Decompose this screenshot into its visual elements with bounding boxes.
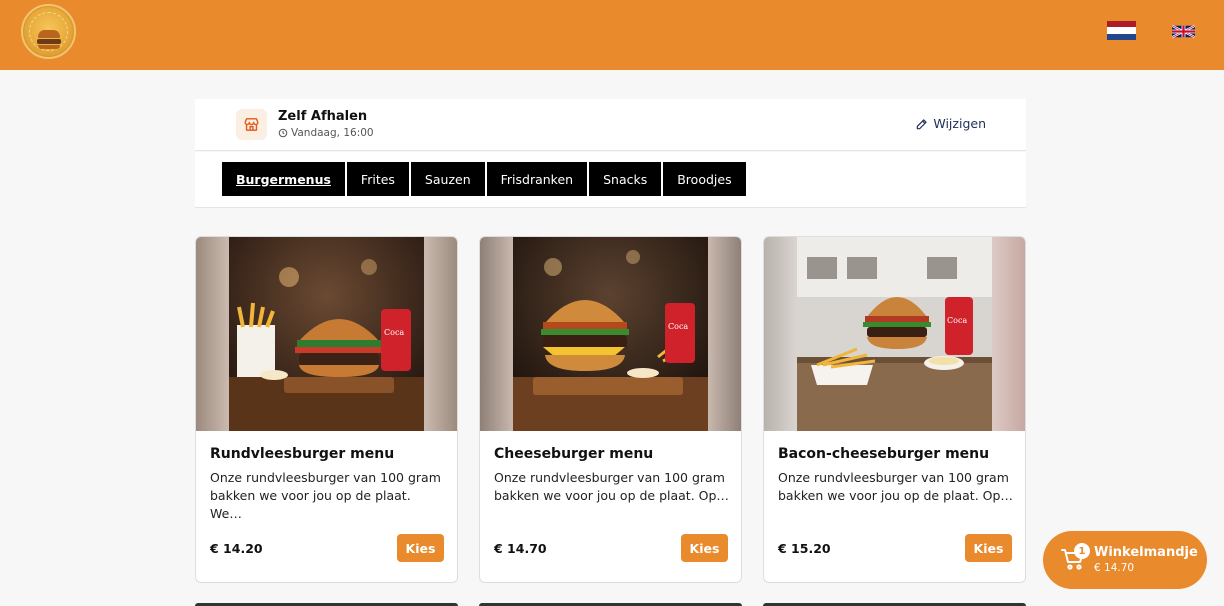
choose-button[interactable]: Kies (681, 534, 728, 562)
svg-text:Coca: Coca (947, 316, 967, 325)
product-price: € 14.20 (210, 541, 263, 556)
delivery-method: Zelf Afhalen (278, 109, 368, 124)
category-tabs: Burgermenus Frites Sauzen Frisdranken Sn… (222, 162, 746, 196)
uk-flag-icon[interactable] (1172, 24, 1195, 39)
cart-label: Winkelmandje (1094, 545, 1198, 560)
product-card[interactable]: Coca Cheeseburger menu Onze rundvleesbur… (479, 236, 742, 583)
tab-snacks[interactable]: Snacks (589, 162, 662, 196)
delivery-info-bar: Zelf Afhalen Vandaag, 16:00 Wijzigen (195, 99, 1026, 151)
pickup-time: Vandaag, 16:00 (278, 127, 374, 139)
edit-delivery-button[interactable]: Wijzigen (915, 116, 986, 131)
edit-delivery-label: Wijzigen (933, 116, 986, 131)
tab-frites[interactable]: Frites (346, 162, 409, 196)
store-icon (236, 109, 267, 140)
tab-burgermenus[interactable]: Burgermenus (222, 162, 345, 196)
product-price: € 15.20 (778, 541, 831, 556)
cart-button[interactable]: 1 Winkelmandje € 14.70 (1043, 531, 1207, 589)
tab-broodjes[interactable]: Broodjes (663, 162, 746, 196)
tab-sauzen[interactable]: Sauzen (410, 162, 485, 196)
restaurant-logo[interactable] (21, 4, 76, 59)
svg-text:Coca: Coca (384, 328, 404, 337)
clock-icon (278, 128, 288, 138)
product-title: Bacon-cheeseburger menu (778, 446, 990, 462)
pickup-time-text: Vandaag, 16:00 (291, 127, 374, 139)
product-image: Coca (480, 237, 741, 431)
cart-total: € 14.70 (1094, 562, 1135, 574)
product-title: Cheeseburger menu (494, 446, 654, 462)
product-description: Onze rundvleesburger van 100 gram bakken… (778, 470, 1013, 503)
category-tabs-bar: Burgermenus Frites Sauzen Frisdranken Sn… (195, 152, 1026, 208)
product-image: Coca (764, 237, 1025, 431)
pencil-icon (917, 118, 928, 129)
choose-button[interactable]: Kies (397, 534, 444, 562)
product-image: Coca (196, 237, 457, 431)
product-card[interactable]: Coca Rundvleesburger menu Onze rundvlees… (195, 236, 458, 583)
tab-frisdranken[interactable]: Frisdranken (486, 162, 588, 196)
dutch-flag-icon[interactable] (1107, 21, 1136, 40)
choose-button[interactable]: Kies (965, 534, 1012, 562)
product-description: Onze rundvleesburger van 100 gram bakken… (494, 470, 729, 503)
product-title: Rundvleesburger menu (210, 446, 395, 462)
svg-text:Coca: Coca (668, 322, 688, 331)
cart-count-badge: 1 (1074, 543, 1090, 559)
product-price: € 14.70 (494, 541, 547, 556)
product-card[interactable]: Coca Bacon-cheeseburger menu Onze rundvl… (763, 236, 1026, 583)
top-header (0, 0, 1224, 70)
product-description: Onze rundvleesburger van 100 gram bakken… (210, 470, 441, 521)
